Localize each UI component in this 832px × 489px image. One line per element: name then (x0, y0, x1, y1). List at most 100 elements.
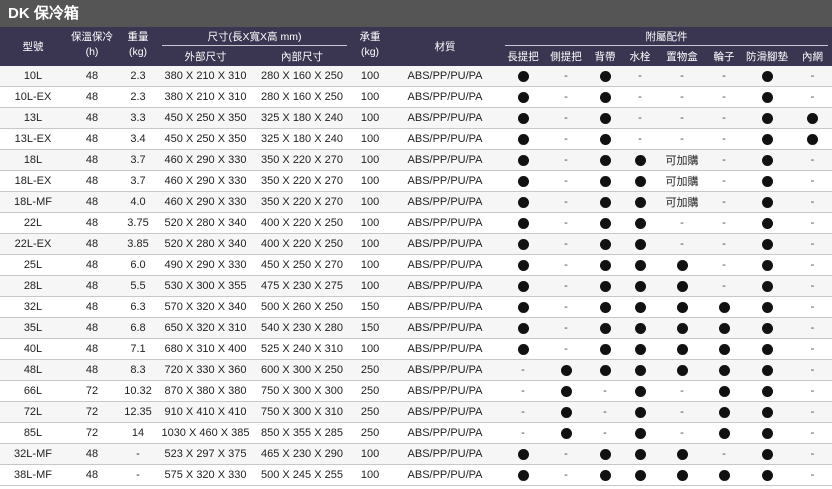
filled-dot-icon (634, 427, 646, 439)
filled-dot-icon (718, 385, 730, 397)
dash-mark: - (564, 343, 568, 355)
filled-dot-icon (599, 343, 611, 355)
filled-dot-icon (517, 70, 529, 82)
dash-mark: - (680, 238, 684, 250)
cell-inner: 600 X 300 X 250 (253, 359, 352, 381)
cell-accessory: - (657, 233, 708, 255)
cell-inner: 400 X 220 X 250 (253, 233, 352, 255)
cell-accessory (623, 464, 658, 486)
dash-mark: - (638, 91, 642, 103)
cell-accessory: - (793, 275, 832, 297)
filled-dot-icon (718, 427, 730, 439)
cell-accessory (623, 275, 658, 297)
filled-dot-icon (761, 301, 773, 313)
cell-accessory (657, 338, 708, 360)
table-row: 18L-MF 48 4.0 460 X 290 X 330 350 X 220 X 27… (0, 191, 832, 213)
dash-mark: - (722, 238, 726, 250)
header-hours: 保溫保冷 (66, 27, 118, 46)
cell-load: 250 (351, 422, 390, 444)
cell-accessory (587, 359, 624, 381)
cell-inner: 750 X 300 X 310 (253, 401, 352, 423)
cell-accessory: - (623, 86, 658, 108)
filled-dot-icon (517, 280, 529, 292)
cell-material: ABS/PP/PU/PA (389, 338, 502, 360)
cell-hours: 48 (66, 107, 118, 129)
cell-material: ABS/PP/PU/PA (389, 380, 502, 402)
cell-accessory (587, 296, 624, 318)
cell-load: 150 (351, 317, 390, 339)
cell-model: 40L (0, 338, 66, 360)
cell-outer: 380 X 210 X 310 (158, 66, 253, 87)
dash-mark: - (564, 175, 568, 187)
cell-accessory: - (707, 275, 742, 297)
table-row: 40L 48 7.1 680 X 310 X 400 525 X 240 X 310 10… (0, 338, 832, 360)
dash-mark: - (680, 406, 684, 418)
cell-accessory: - (501, 359, 546, 381)
cell-accessory (657, 254, 708, 276)
cell-weight: 3.75 (118, 212, 158, 234)
dash-mark: - (564, 448, 568, 460)
filled-dot-icon (718, 301, 730, 313)
filled-dot-icon (517, 238, 529, 250)
header-acc-strap: 背帶 (587, 46, 624, 66)
cell-accessory: - (545, 317, 588, 339)
cell-inner: 750 X 300 X 300 (253, 380, 352, 402)
cell-accessory (545, 380, 588, 402)
cell-accessory (707, 464, 742, 486)
cell-accessory: - (707, 254, 742, 276)
cell-accessory: - (793, 317, 832, 339)
dash-mark: - (564, 301, 568, 313)
cell-weight: - (118, 443, 158, 465)
cell-outer: 680 X 310 X 400 (158, 338, 253, 360)
cell-accessory (741, 443, 794, 465)
cell-model: 35L (0, 317, 66, 339)
cell-accessory: - (545, 66, 588, 87)
cell-inner: 540 X 230 X 280 (253, 317, 352, 339)
dash-mark: - (810, 154, 815, 166)
dash-mark: - (722, 280, 726, 292)
cell-accessory (741, 212, 794, 234)
size-group-label: 尺寸(長X寬X高 mm) (162, 29, 348, 46)
dash-mark: - (564, 217, 568, 229)
cell-weight: 6.0 (118, 254, 158, 276)
dash-mark: - (722, 133, 726, 145)
filled-dot-icon (599, 154, 611, 166)
dash-mark: - (564, 196, 568, 208)
cell-accessory (587, 233, 624, 255)
filled-dot-icon (634, 469, 646, 481)
dash-mark: - (564, 322, 568, 334)
cell-model: 48L (0, 359, 66, 381)
cell-load: 100 (351, 254, 390, 276)
cell-accessory: - (623, 107, 658, 129)
cell-inner: 465 X 230 X 290 (253, 443, 352, 465)
cell-accessory (657, 275, 708, 297)
cell-accessory: - (545, 275, 588, 297)
filled-dot-icon (761, 175, 773, 187)
filled-dot-icon (599, 259, 611, 271)
cell-accessory: - (587, 380, 624, 402)
cell-load: 100 (351, 86, 390, 108)
filled-dot-icon (676, 469, 688, 481)
filled-dot-icon (634, 406, 646, 418)
cell-accessory (545, 401, 588, 423)
filled-dot-icon (634, 259, 646, 271)
filled-dot-icon (761, 217, 773, 229)
cell-load: 100 (351, 338, 390, 360)
dash-mark: - (680, 112, 684, 124)
cell-accessory (793, 128, 832, 150)
cell-weight: 3.7 (118, 149, 158, 171)
cell-weight: 3.3 (118, 107, 158, 129)
cell-accessory: - (707, 86, 742, 108)
cell-accessory: - (545, 233, 588, 255)
cell-outer: 530 X 300 X 355 (158, 275, 253, 297)
cell-outer: 650 X 320 X 310 (158, 317, 253, 339)
cell-accessory (741, 149, 794, 171)
header-weight: 重量 (118, 27, 158, 46)
filled-dot-icon (517, 259, 529, 271)
cell-inner: 475 X 230 X 275 (253, 275, 352, 297)
cell-accessory (741, 191, 794, 213)
cell-hours: 48 (66, 233, 118, 255)
filled-dot-icon (599, 238, 611, 250)
cell-accessory (657, 317, 708, 339)
cell-accessory (587, 107, 624, 129)
